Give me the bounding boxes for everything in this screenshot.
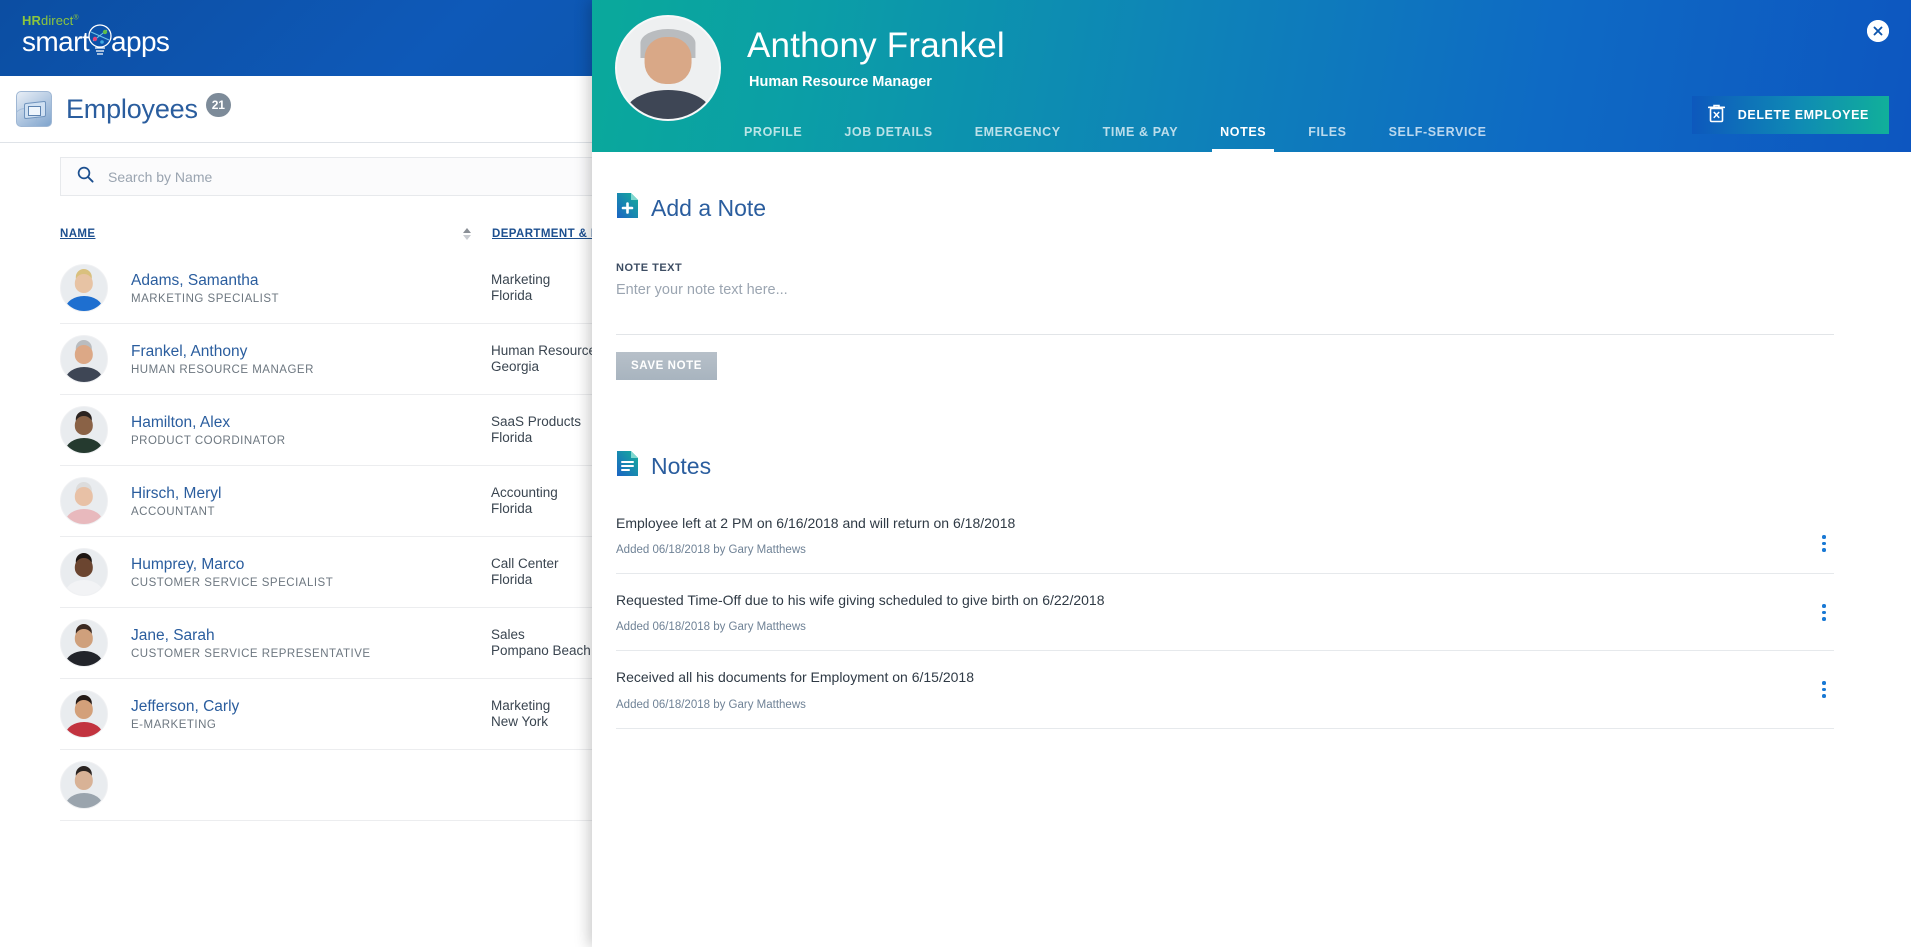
avatar xyxy=(60,406,108,454)
employee-job-title: E-MARKETING xyxy=(131,718,217,731)
note-item: Requested Time-Off due to his wife givin… xyxy=(616,574,1834,652)
employee-folder-icon xyxy=(16,91,52,127)
document-lines-icon xyxy=(616,450,639,482)
employee-name[interactable]: Hirsch, Meryl xyxy=(131,484,491,503)
employee-name[interactable]: Frankel, Anthony xyxy=(131,342,491,361)
brand-apps-text: apps xyxy=(111,26,170,57)
brand-trademark: ® xyxy=(73,14,79,22)
add-note-section-header: Add a Note xyxy=(616,192,1859,224)
tab-self-service[interactable]: SELF-SERVICE xyxy=(1389,125,1487,152)
employee-job-title: HUMAN RESOURCE MANAGER xyxy=(131,363,314,376)
brand-logo[interactable]: HRdirect® smart apps xyxy=(22,14,170,57)
list-item-text: Hamilton, Alex PRODUCT COORDINATOR xyxy=(131,413,491,446)
list-item-text: Jane, Sarah CUSTOMER SERVICE REPRESENTATI… xyxy=(131,626,491,659)
save-note-button[interactable]: SAVE NOTE xyxy=(616,352,718,380)
employee-name[interactable]: Hamilton, Alex xyxy=(131,413,491,432)
delete-employee-button[interactable]: DELETE EMPLOYEE xyxy=(1691,96,1889,134)
brand-logo-bottom: smart apps xyxy=(22,24,170,57)
employee-job-title: CUSTOMER SERVICE REPRESENTATIVE xyxy=(131,647,371,660)
sort-toggle-icon[interactable] xyxy=(460,228,474,240)
list-item-text: Humprey, Marco CUSTOMER SERVICE SPECIALIS… xyxy=(131,555,491,588)
employee-name[interactable]: Jane, Sarah xyxy=(131,626,491,645)
brand-smart-text: smart xyxy=(22,26,90,57)
kebab-menu-icon[interactable] xyxy=(1814,600,1834,624)
note-item: Received all his documents for Employmen… xyxy=(616,651,1834,729)
avatar xyxy=(60,548,108,596)
page-title: Employees 21 xyxy=(66,93,231,125)
notes-heading: Notes xyxy=(651,452,712,479)
notes-section: Notes Employee left at 2 PM on 6/16/2018… xyxy=(616,450,1859,729)
avatar xyxy=(60,619,108,667)
app-root: HRdirect® smart apps Employees 21 Search… xyxy=(0,0,1911,947)
employee-job-title: ACCOUNTANT xyxy=(131,505,216,518)
page-title: Anthony Frankel xyxy=(747,26,1005,65)
note-text: Received all his documents for Employmen… xyxy=(616,669,974,686)
close-icon[interactable] xyxy=(1867,20,1889,42)
delete-employee-label: DELETE EMPLOYEE xyxy=(1737,108,1869,122)
notes-section-header: Notes xyxy=(616,450,1859,482)
tab-emergency[interactable]: EMERGENCY xyxy=(975,125,1061,152)
note-meta: Added 06/18/2018 by Gary Matthews xyxy=(616,544,806,557)
page-title-text: Employees xyxy=(66,94,198,124)
list-item-text: Hirsch, Meryl ACCOUNTANT xyxy=(131,484,491,517)
employee-job-title: MARKETING SPECIALIST xyxy=(131,292,280,305)
employee-name[interactable]: Jefferson, Carly xyxy=(131,697,491,716)
avatar xyxy=(60,335,108,383)
tab-files[interactable]: FILES xyxy=(1308,125,1346,152)
employee-name[interactable]: Humprey, Marco xyxy=(131,555,491,574)
note-text-input[interactable] xyxy=(616,283,1834,335)
employee-role: Human Resource Manager xyxy=(749,74,932,90)
note-item: Employee left at 2 PM on 6/16/2018 and w… xyxy=(616,514,1834,575)
employee-job-title: CUSTOMER SERVICE SPECIALIST xyxy=(131,576,334,589)
search-input[interactable] xyxy=(108,168,628,185)
modal-tabs[interactable]: PROFILE JOB DETAILS EMERGENCY TIME & PAY NOT… xyxy=(744,110,1529,152)
list-item-text xyxy=(131,784,491,786)
list-item-text: Jefferson, Carly E-MARKETING xyxy=(131,697,491,730)
tab-time-pay[interactable]: TIME & PAY xyxy=(1103,125,1178,152)
employee-job-title: PRODUCT COORDINATOR xyxy=(131,434,286,447)
tab-job-details[interactable]: JOB DETAILS xyxy=(844,125,932,152)
note-text: Requested Time-Off due to his wife givin… xyxy=(616,592,1105,609)
kebab-menu-icon[interactable] xyxy=(1814,532,1834,556)
avatar xyxy=(60,761,108,809)
avatar xyxy=(60,690,108,738)
search-icon xyxy=(77,166,94,188)
employee-detail-modal: Anthony Frankel Human Resource Manager P… xyxy=(592,0,1911,947)
tab-notes[interactable]: NOTES xyxy=(1212,125,1275,152)
note-text-label: NOTE TEXT xyxy=(616,262,683,274)
note-text: Employee left at 2 PM on 6/16/2018 and w… xyxy=(616,515,1016,531)
modal-header: Anthony Frankel Human Resource Manager P… xyxy=(592,0,1911,152)
note-meta: Added 06/18/2018 by Gary Matthews xyxy=(616,698,806,711)
tab-profile[interactable]: PROFILE xyxy=(744,125,802,152)
column-header-name[interactable]: NAME xyxy=(60,228,460,240)
list-item-text: Adams, Samantha MARKETING SPECIALIST xyxy=(131,271,491,304)
avatar xyxy=(60,477,108,525)
list-item-text: Frankel, Anthony HUMAN RESOURCE MANAGER xyxy=(131,342,491,375)
lightbulb-icon xyxy=(87,24,113,56)
note-meta: Added 06/18/2018 by Gary Matthews xyxy=(616,621,806,634)
kebab-menu-icon[interactable] xyxy=(1814,677,1834,701)
avatar xyxy=(60,264,108,312)
avatar xyxy=(615,15,721,121)
employee-name[interactable]: Adams, Samantha xyxy=(131,271,491,290)
add-note-heading: Add a Note xyxy=(651,194,767,221)
modal-body: Add a Note NOTE TEXT SAVE NOTE xyxy=(592,152,1911,947)
notes-list: Employee left at 2 PM on 6/16/2018 and w… xyxy=(616,514,1834,729)
employee-count-badge: 21 xyxy=(205,93,231,117)
trash-delete-icon xyxy=(1707,104,1725,126)
document-add-icon xyxy=(616,192,639,224)
